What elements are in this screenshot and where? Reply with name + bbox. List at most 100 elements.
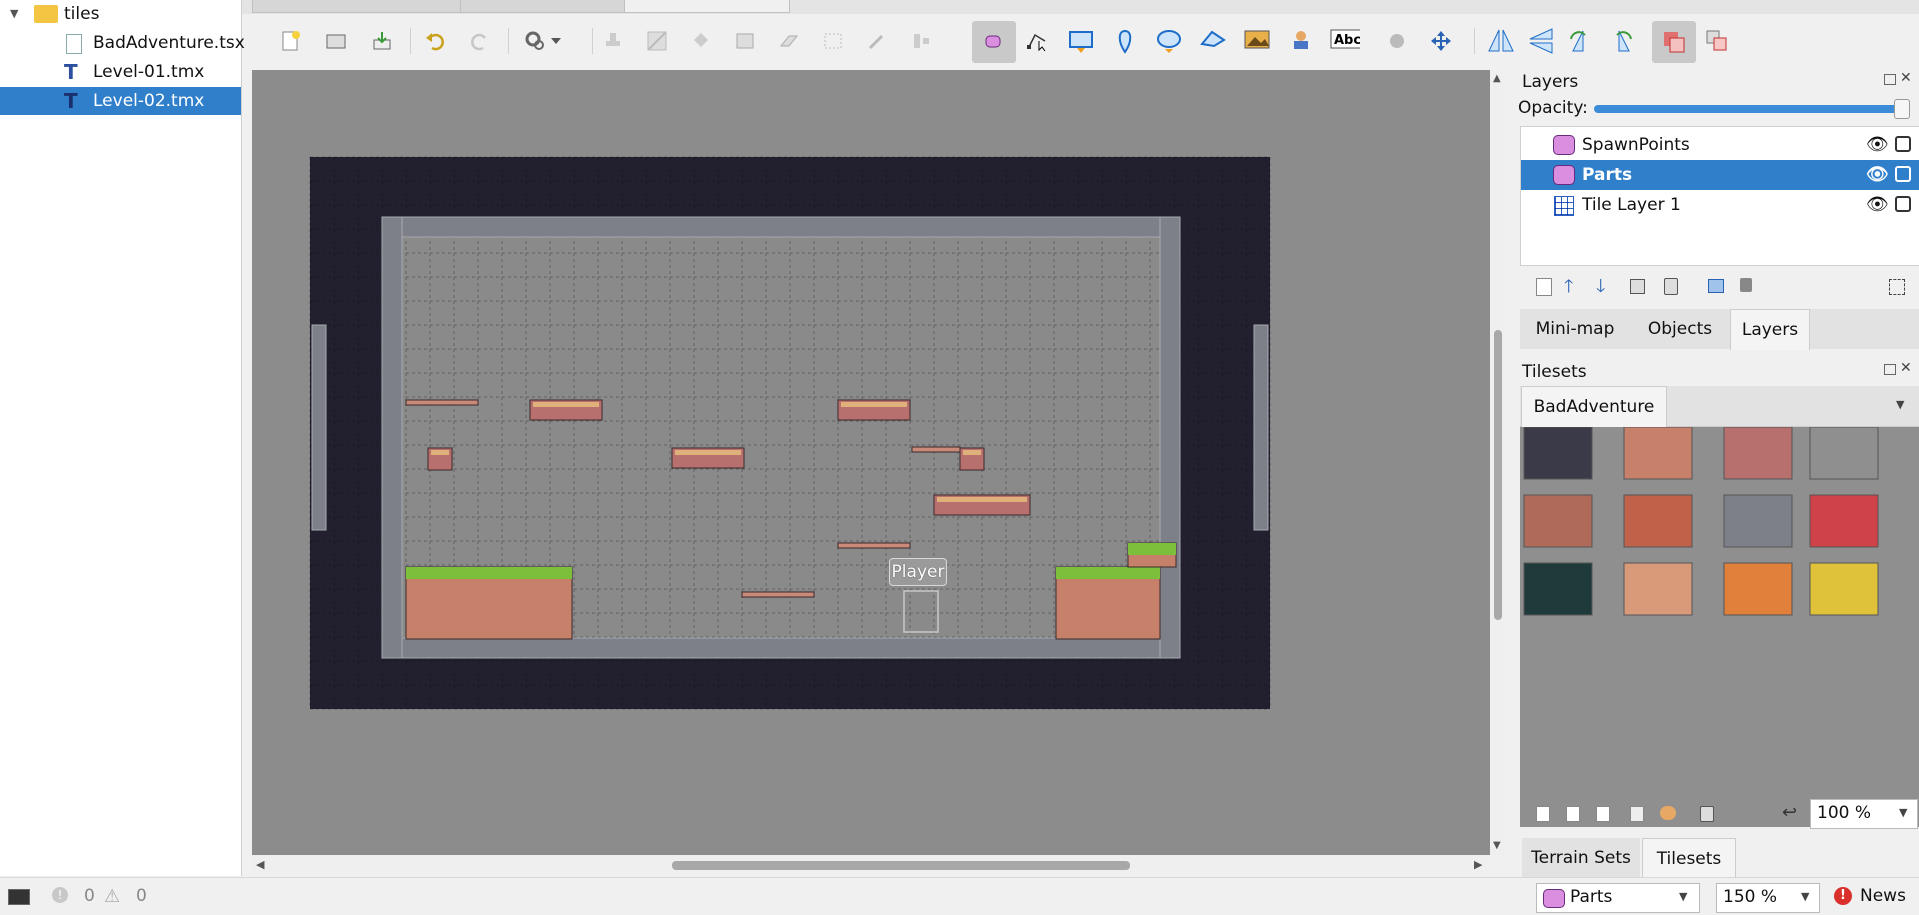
map-view[interactable]	[252, 70, 1490, 855]
layer-visibility-icon[interactable]	[1708, 279, 1724, 293]
undo-icon[interactable]	[420, 26, 450, 56]
rotate-left-icon[interactable]	[1566, 26, 1596, 56]
save-icon[interactable]	[367, 26, 397, 56]
snap-icon[interactable]	[1702, 26, 1732, 56]
tileset-thumbnail[interactable]	[1723, 562, 1793, 616]
panel-menu-icon[interactable]	[1889, 279, 1905, 295]
lock-icon[interactable]	[1895, 136, 1911, 152]
stamp-brush-icon[interactable]	[598, 26, 628, 56]
tileset-grid[interactable]	[1520, 426, 1919, 827]
tileset-thumbnail[interactable]	[1523, 494, 1593, 548]
vertical-scrollbar[interactable]: ▲ ▼	[1490, 70, 1506, 855]
tab-layers[interactable]: Layers	[1730, 309, 1810, 350]
new-icon[interactable]	[276, 26, 306, 56]
tileset-thumbnail[interactable]	[1523, 426, 1593, 480]
world-tool-icon[interactable]	[1382, 26, 1412, 56]
tab-objects[interactable]: Objects	[1630, 309, 1730, 349]
rectangle-icon[interactable]	[1066, 26, 1096, 56]
tab-level-01[interactable]	[460, 0, 632, 13]
tileset-thumbnail[interactable]	[1723, 426, 1793, 480]
opacity-slider[interactable]	[1594, 99, 1910, 119]
select-objects-icon[interactable]	[972, 21, 1016, 63]
insert-template-icon[interactable]	[1286, 26, 1316, 56]
polygon-icon[interactable]	[1198, 26, 1228, 56]
scroll-right-icon[interactable]: ▶	[1474, 858, 1482, 871]
tileset-thumbnail[interactable]	[1723, 494, 1793, 548]
layer-select[interactable]: Parts ▼	[1536, 883, 1700, 913]
layer-row-parts[interactable]: Parts 👁	[1521, 160, 1919, 190]
player-object-label[interactable]: Player	[889, 558, 947, 586]
map-zoom-combo[interactable]: 150 % ▼	[1716, 883, 1820, 913]
fill-icon[interactable]	[686, 26, 716, 56]
point-icon[interactable]	[1110, 26, 1140, 56]
lock-all-icon[interactable]	[1740, 278, 1752, 292]
edit-tileset-icon[interactable]	[1630, 806, 1644, 822]
eye-icon[interactable]: 👁	[1866, 190, 1889, 220]
chevron-down-icon[interactable]: ▼	[1896, 398, 1904, 411]
tab-badadventure-tileset[interactable]: BadAdventure	[1521, 386, 1667, 427]
close-icon[interactable]: ✕	[1900, 360, 1912, 376]
tileset-thumbnail[interactable]	[1809, 426, 1879, 480]
scrollbar-thumb[interactable]	[672, 861, 1130, 870]
insert-tile-icon[interactable]	[1242, 26, 1272, 56]
redo-icon[interactable]	[465, 26, 495, 56]
tree-file-badadventure[interactable]: BadAdventure.tsx	[0, 29, 245, 57]
duplicate-layer-icon[interactable]	[1630, 279, 1645, 294]
same-tile-select-icon[interactable]	[906, 26, 936, 56]
tileset-thumbnail[interactable]	[1523, 562, 1593, 616]
lock-icon[interactable]	[1895, 196, 1911, 212]
tab-badadventure[interactable]	[252, 0, 468, 13]
tileset-zoom-combo[interactable]: 100 % ▼	[1810, 799, 1918, 829]
project-tree[interactable]: ▼ tiles BadAdventure.tsx T Level-01.tmx …	[0, 0, 245, 876]
highlight-layer-icon[interactable]	[1652, 21, 1696, 63]
lock-icon[interactable]	[1895, 166, 1911, 182]
raise-layer-icon[interactable]: 🡑	[1564, 274, 1573, 304]
scrollbar-thumb[interactable]	[1494, 330, 1502, 620]
tab-tilesets[interactable]: Tilesets	[1642, 838, 1736, 879]
move-icon[interactable]	[1426, 26, 1456, 56]
map-canvas[interactable]: Player	[252, 70, 1490, 855]
tab-level-02[interactable]	[624, 0, 790, 13]
shape-fill-icon[interactable]	[730, 26, 760, 56]
eye-icon[interactable]: 👁	[1866, 160, 1889, 190]
rect-select-icon[interactable]	[818, 26, 848, 56]
new-layer-icon[interactable]	[1536, 278, 1552, 296]
eye-icon[interactable]: 👁	[1866, 130, 1889, 160]
new-tileset-icon[interactable]	[1536, 806, 1550, 822]
close-icon[interactable]: ✕	[1900, 70, 1912, 86]
lower-layer-icon[interactable]: 🡓	[1596, 274, 1605, 304]
scroll-left-icon[interactable]: ◀	[256, 858, 264, 871]
dynamic-wrap-icon[interactable]	[1660, 806, 1676, 820]
chevron-down-icon[interactable]: ▼	[1801, 890, 1809, 903]
magic-wand-icon[interactable]	[862, 26, 892, 56]
embed-tileset-icon[interactable]	[1566, 806, 1580, 822]
tree-file-level-01[interactable]: T Level-01.tmx	[0, 58, 241, 86]
slider-handle[interactable]	[1894, 99, 1910, 119]
terrain-brush-icon[interactable]	[642, 26, 672, 56]
news-button[interactable]: ! News	[1832, 882, 1916, 912]
layer-row-spawnpoints[interactable]: SpawnPoints 👁	[1521, 130, 1919, 160]
tileset-thumbnail[interactable]	[1809, 562, 1879, 616]
tab-terrain-sets[interactable]: Terrain Sets	[1522, 838, 1640, 878]
edit-polygons-icon[interactable]	[1022, 26, 1052, 56]
tileset-thumbnail[interactable]	[1623, 494, 1693, 548]
float-panel-icon[interactable]	[1884, 364, 1896, 375]
console-icon[interactable]	[8, 889, 30, 905]
ellipse-icon[interactable]	[1154, 26, 1184, 56]
chevron-down-icon[interactable]: ▼	[1679, 890, 1687, 903]
chevron-down-icon[interactable]	[546, 26, 566, 56]
flip-vertical-icon[interactable]	[1526, 26, 1556, 56]
delete-layer-icon[interactable]	[1664, 278, 1678, 295]
rotate-right-icon[interactable]	[1606, 26, 1636, 56]
tree-file-level-02[interactable]: T Level-02.tmx	[0, 87, 241, 115]
layer-row-tile-layer-1[interactable]: Tile Layer 1 👁	[1521, 190, 1919, 220]
tileset-thumbnail[interactable]	[1623, 562, 1693, 616]
scroll-down-icon[interactable]: ▼	[1493, 840, 1501, 851]
remove-tileset-icon[interactable]	[1700, 806, 1714, 822]
chevron-down-icon[interactable]: ▼	[10, 0, 18, 28]
open-icon[interactable]	[321, 26, 351, 56]
tab-mini-map[interactable]: Mini-map	[1522, 309, 1628, 349]
export-tileset-icon[interactable]	[1596, 806, 1610, 822]
tileset-thumbnail[interactable]	[1809, 494, 1879, 548]
return-icon[interactable]: ↩	[1782, 802, 1797, 823]
